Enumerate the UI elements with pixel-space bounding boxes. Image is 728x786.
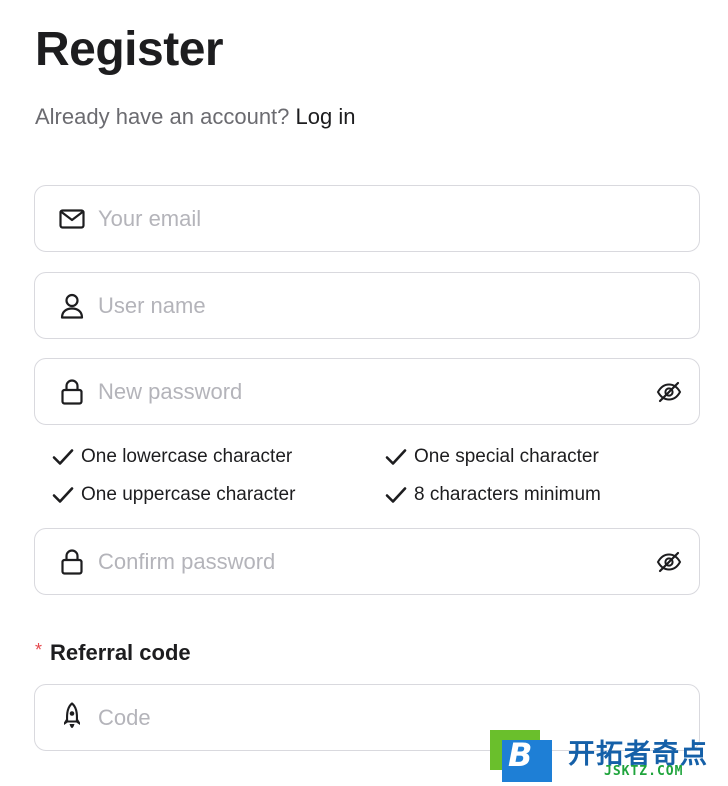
required-marker: * [35, 640, 43, 660]
watermark-domain: JSKTZ.COM [604, 764, 684, 779]
rule-uppercase: One uppercase character [52, 484, 295, 506]
password-rules: One lowercase character One special char… [52, 446, 692, 522]
rule-label: One special character [414, 446, 599, 467]
referral-label-text: Referral code [50, 640, 191, 665]
check-icon [385, 447, 407, 467]
new-password-field[interactable] [34, 358, 700, 425]
lock-icon [59, 548, 85, 575]
login-link[interactable]: Log in [296, 104, 356, 129]
eye-off-icon[interactable] [655, 548, 683, 576]
new-password-input[interactable] [98, 359, 638, 424]
email-input[interactable] [98, 186, 638, 251]
email-field[interactable] [34, 185, 700, 252]
account-prompt-text: Already have an account? [35, 104, 290, 129]
rule-label: 8 characters minimum [414, 484, 601, 505]
referral-code-label: * Referral code [35, 640, 191, 666]
rocket-icon [59, 701, 85, 731]
rule-min-length: 8 characters minimum [385, 484, 601, 506]
mail-icon [59, 206, 85, 232]
eye-off-icon[interactable] [655, 378, 683, 406]
check-icon [52, 485, 74, 505]
username-input[interactable] [98, 273, 638, 338]
watermark: B 开拓者奇点 JSKTZ.COM [486, 728, 722, 784]
rule-lowercase: One lowercase character [52, 446, 292, 468]
watermark-logo-letter: B [508, 736, 532, 774]
confirm-password-input[interactable] [98, 529, 638, 594]
page-title: Register [35, 23, 224, 76]
check-icon [385, 485, 407, 505]
rule-special: One special character [385, 446, 599, 468]
user-icon [59, 293, 85, 319]
account-prompt: Already have an account? Log in [35, 104, 355, 130]
username-field[interactable] [34, 272, 700, 339]
watermark-logo: B [490, 730, 552, 782]
rule-label: One uppercase character [81, 484, 296, 505]
confirm-password-field[interactable] [34, 528, 700, 595]
rule-label: One lowercase character [81, 446, 293, 467]
check-icon [52, 447, 74, 467]
lock-icon [59, 378, 85, 405]
